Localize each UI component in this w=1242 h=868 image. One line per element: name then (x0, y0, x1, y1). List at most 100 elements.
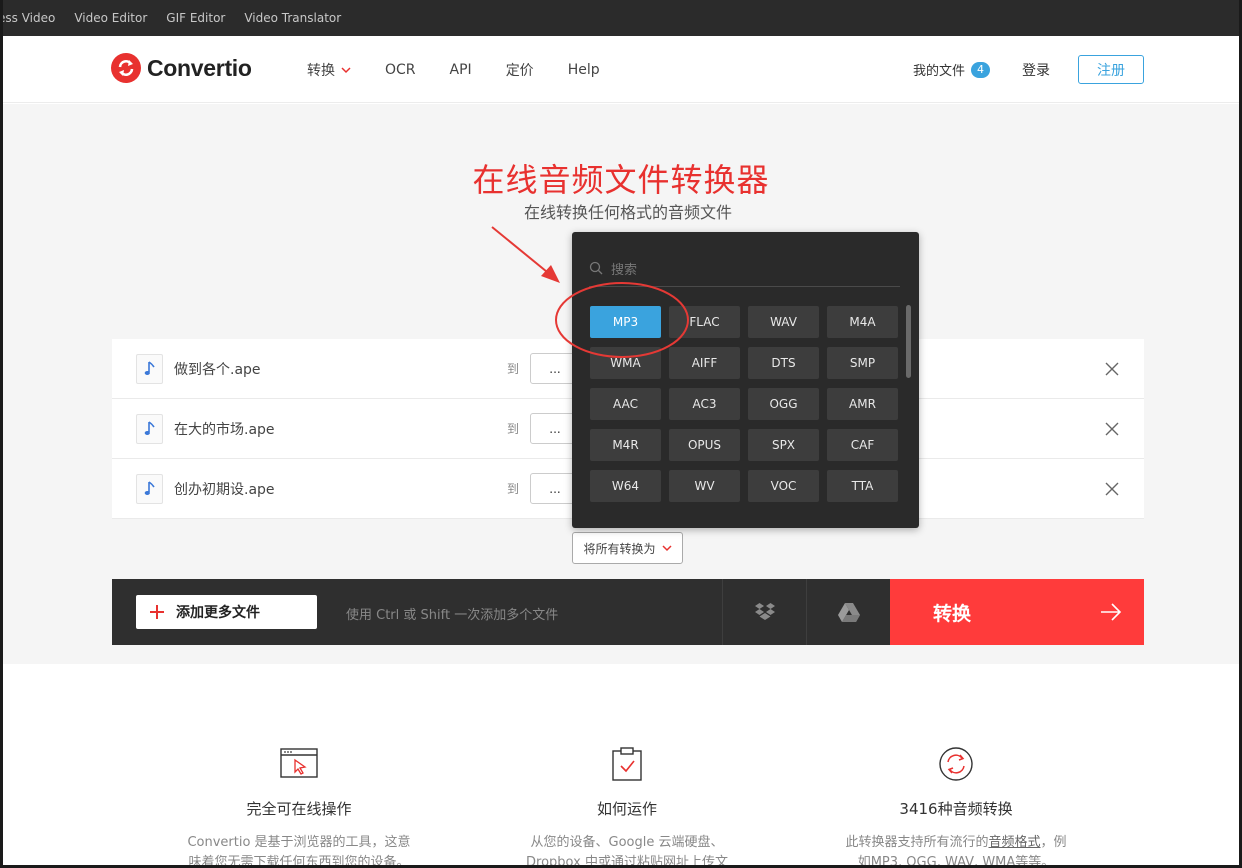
format-option-smp[interactable]: SMP (827, 347, 898, 379)
feature-desc-text: ，例 (1040, 835, 1067, 850)
nav-api[interactable]: API (450, 62, 472, 78)
format-option-tta[interactable]: TTA (827, 470, 898, 502)
format-option-caf[interactable]: CAF (827, 429, 898, 461)
features-section: 完全可在线操作 Convertio 是基于浏览器的工具，这意 味着您无需下载任何… (0, 740, 1242, 868)
music-note-icon (136, 414, 163, 444)
dropbox-icon (754, 603, 775, 620)
format-option-wav[interactable]: WAV (748, 306, 819, 338)
signup-button[interactable]: 注册 (1078, 55, 1144, 84)
to-label: 到 (507, 482, 520, 496)
feature-desc-line: 味着您无需下载任何东西到您的设备。 (188, 855, 410, 868)
nav-help[interactable]: Help (568, 62, 600, 78)
format-dropdown: 搜索 MP3 FLAC WAV M4A WMA AIFF DTS SMP AAC… (572, 232, 919, 528)
format-option-m4r[interactable]: M4R (590, 429, 661, 461)
feature-how-it-works: 如何运作 从您的设备、Google 云端硬盘、 Dropbox 中或通过粘贴网址… (477, 740, 777, 868)
plus-icon (150, 605, 164, 619)
to-label: 到 (507, 362, 520, 376)
file-name: 做到各个.ape (174, 362, 261, 378)
feature-desc-line: 从您的设备、Google 云端硬盘、 (530, 835, 724, 850)
convert-all-label: 将所有转换为 (583, 541, 656, 556)
nav-pricing[interactable]: 定价 (506, 60, 534, 80)
feature-desc-text: 此转换器支持所有流行的 (845, 835, 989, 850)
page-title: 在线音频文件转换器 (472, 161, 770, 199)
feature-conversions: 3416种音频转换 此转换器支持所有流行的音频格式，例 如MP3, OGG, W… (806, 740, 1106, 868)
browser-cursor-icon (280, 748, 318, 778)
feature-title: 完全可在线操作 (246, 800, 352, 818)
nav-label: 转换 (307, 63, 335, 79)
convert-button[interactable]: 转换 (890, 579, 1144, 645)
topbar-item[interactable]: ess Video (0, 11, 55, 25)
audio-formats-link[interactable]: 音频格式 (988, 835, 1040, 850)
logo-icon (111, 53, 141, 83)
format-option-opus[interactable]: OPUS (669, 429, 740, 461)
file-count-badge: 4 (971, 61, 990, 78)
main-nav: 转换 OCR API 定价 Help (307, 60, 634, 80)
convert-all-select[interactable]: 将所有转换为 (572, 532, 683, 564)
format-option-amr[interactable]: AMR (827, 388, 898, 420)
dropdown-scrollbar[interactable] (906, 305, 911, 378)
convert-button-label: 转换 (933, 602, 972, 625)
feature-title: 如何运作 (596, 800, 657, 818)
chevron-down-icon (341, 66, 351, 73)
my-files-label: 我的文件 (912, 64, 965, 79)
chevron-down-icon (661, 544, 672, 551)
format-option-aiff[interactable]: AIFF (669, 347, 740, 379)
format-option-w64[interactable]: W64 (590, 470, 661, 502)
format-option-dts[interactable]: DTS (748, 347, 819, 379)
music-note-icon (136, 474, 163, 504)
format-grid: MP3 FLAC WAV M4A WMA AIFF DTS SMP AAC AC… (590, 306, 898, 502)
site-header: Convertio 转换 OCR API 定价 Help 我的文件 4 登录 注… (3, 36, 1239, 103)
google-drive-button[interactable] (806, 579, 890, 645)
close-icon[interactable] (1104, 421, 1120, 437)
search-placeholder: 搜索 (611, 262, 638, 278)
music-note-icon (136, 354, 163, 384)
add-more-files-button[interactable]: 添加更多文件 (136, 595, 317, 629)
format-option-m4a[interactable]: M4A (827, 306, 898, 338)
feature-desc-line: 此转换器支持所有流行的音频格式，例 (806, 833, 1106, 853)
search-icon (589, 261, 603, 275)
arrow-right-icon (1101, 603, 1122, 621)
topbar-item[interactable]: Video Translator (244, 11, 341, 25)
add-more-files-label: 添加更多文件 (176, 605, 260, 621)
format-option-ogg[interactable]: OGG (748, 388, 819, 420)
top-strip: ess Video Video Editor GIF Editor Video … (0, 0, 1242, 36)
dropbox-button[interactable] (722, 579, 806, 645)
to-label: 到 (507, 422, 520, 436)
feature-online: 完全可在线操作 Convertio 是基于浏览器的工具，这意 味着您无需下载任何… (149, 740, 449, 868)
format-search-input[interactable]: 搜索 (589, 250, 900, 287)
refresh-icon (939, 747, 973, 781)
nav-label: API (449, 62, 472, 78)
feature-desc-line: Dropbox 中或通过粘贴网址上传文 (526, 855, 728, 868)
nav-ocr[interactable]: OCR (385, 62, 416, 78)
feature-title: 3416种音频转换 (899, 800, 1013, 818)
format-option-spx[interactable]: SPX (748, 429, 819, 461)
close-icon[interactable] (1104, 481, 1120, 497)
format-option-voc[interactable]: VOC (748, 470, 819, 502)
google-drive-icon (837, 602, 860, 622)
my-files-link[interactable]: 我的文件 4 (913, 60, 990, 79)
format-option-wv[interactable]: WV (669, 470, 740, 502)
feature-desc: 从您的设备、Google 云端硬盘、 Dropbox 中或通过粘贴网址上传文 (477, 833, 777, 868)
file-name: 在大的市场.ape (174, 422, 275, 438)
feature-desc: Convertio 是基于浏览器的工具，这意 味着您无需下载任何东西到您的设备。 (149, 833, 449, 868)
topbar-item[interactable]: Video Editor (74, 11, 147, 25)
clipboard-check-icon (612, 747, 642, 781)
feature-desc: 此转换器支持所有流行的音频格式，例 如MP3, OGG, WAV, WMA等等。 (806, 833, 1106, 868)
format-option-mp3[interactable]: MP3 (590, 306, 661, 338)
format-option-aac[interactable]: AAC (590, 388, 661, 420)
login-link[interactable]: 登录 (1022, 60, 1050, 80)
format-option-wma[interactable]: WMA (590, 347, 661, 379)
nav-label: OCR (385, 62, 416, 78)
header-actions: 我的文件 4 登录 注册 (913, 55, 1144, 84)
nav-convert[interactable]: 转换 (307, 60, 351, 80)
close-icon[interactable] (1104, 361, 1120, 377)
action-bar: 添加更多文件 使用 Ctrl 或 Shift 一次添加多个文件 转换 (112, 579, 1144, 645)
feature-desc-line: Convertio 是基于浏览器的工具，这意 (187, 835, 411, 850)
topbar-item[interactable]: GIF Editor (166, 11, 225, 25)
file-name: 创办初期设.ape (174, 482, 275, 498)
logo[interactable]: Convertio (111, 53, 252, 83)
page-subtitle: 在线转换任何格式的音频文件 (523, 203, 732, 222)
multi-select-hint: 使用 Ctrl 或 Shift 一次添加多个文件 (346, 608, 559, 623)
format-option-flac[interactable]: FLAC (669, 306, 740, 338)
format-option-ac3[interactable]: AC3 (669, 388, 740, 420)
